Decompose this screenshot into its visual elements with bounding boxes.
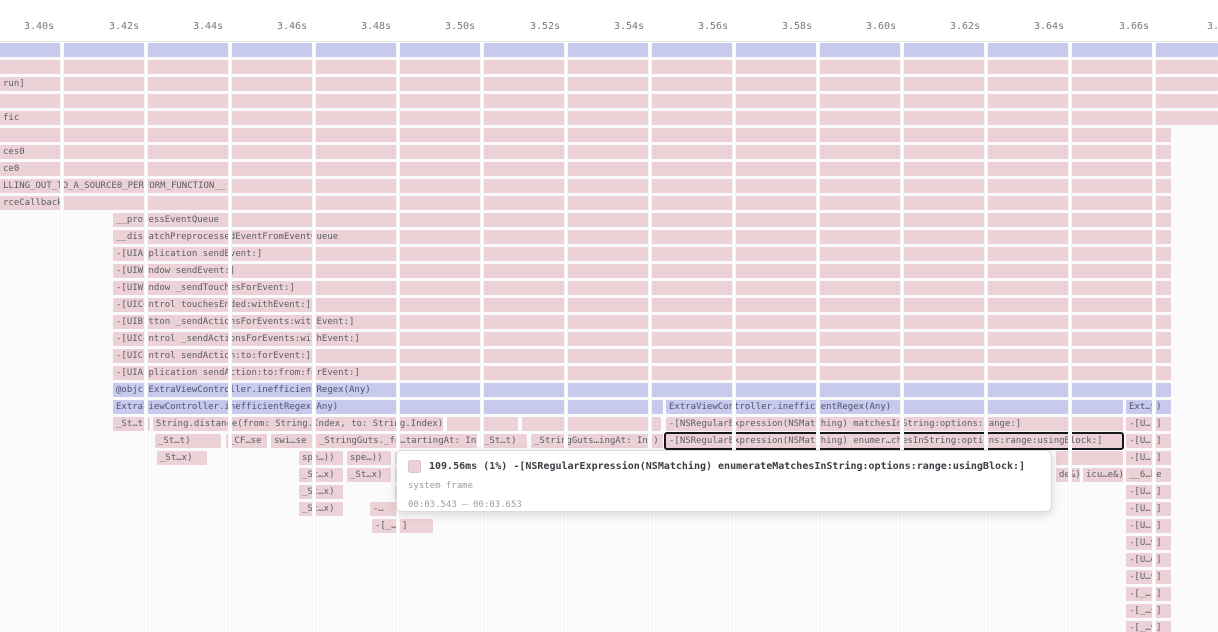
flame-block[interactable]: -[_…s] <box>1126 604 1171 618</box>
ruler-tick-label: 3.48s <box>361 21 391 32</box>
flame-block[interactable]: -[_…:] <box>372 519 433 533</box>
ruler-tick-label: 3.64s <box>1034 21 1064 32</box>
flame-block[interactable]: swi…se <box>271 434 312 448</box>
gridline <box>1152 42 1156 632</box>
flame-block[interactable]: -[UIWindow _sendTouchesForEvent:] <box>113 281 1171 295</box>
flame-block[interactable]: _St…x) <box>347 468 391 482</box>
flame-block[interactable]: _St…x) <box>299 485 343 499</box>
flame-block[interactable]: run] <box>0 77 1218 91</box>
ruler-tick-label: 3.44s <box>193 21 223 32</box>
gridline <box>648 42 652 632</box>
flame-block[interactable]: -[UIControl touchesEnded:withEvent:] <box>113 298 1171 312</box>
tooltip-duration: 109.56ms <box>429 461 477 472</box>
frame-color-swatch <box>408 460 421 473</box>
ruler-tick-label: 3.52s <box>530 21 560 32</box>
flame-block[interactable]: -[U…v] <box>1126 536 1171 550</box>
tooltip-symbol: -[NSRegularExpression(NSMatching) enumer… <box>513 461 1025 472</box>
flame-chart: 3.40s 3.42s 3.44s 3.46s 3.48s 3.50s 3.52s 3.54s… <box>0 0 1218 632</box>
gridline <box>312 42 316 632</box>
flame-block[interactable]: @objc ExtraViewController.inefficientReg… <box>113 383 1171 397</box>
flame-block[interactable] <box>0 94 1218 108</box>
flame-block[interactable]: -[U…:] <box>1126 502 1171 516</box>
tooltip-frame-type: system frame <box>408 475 1040 494</box>
tooltip-time-range: 00:03.543 — 00:03.653 <box>408 494 1040 513</box>
flame-block[interactable]: -… <box>370 502 397 516</box>
tooltip-percent: (1%) <box>483 461 507 472</box>
gridline <box>900 42 904 632</box>
flame-block[interactable]: rceCallback <box>0 196 1171 210</box>
flame-block[interactable]: Ext…y) <box>1126 400 1171 414</box>
flame-block[interactable]: ces0 <box>0 145 1171 159</box>
flame-block[interactable]: -[U…:] <box>1126 417 1171 431</box>
flame-block[interactable]: __dispatchPreprocessedEventFromEventQueu… <box>113 230 1171 244</box>
flame-block[interactable]: -[U…v] <box>1126 570 1171 584</box>
flame-block[interactable]: ExtraViewController.inefficientRegex(Any… <box>113 400 663 414</box>
gridline <box>1068 42 1072 632</box>
flame-block[interactable]: -[U…:] <box>1126 519 1171 533</box>
ruler-tick-label: 3.60s <box>866 21 896 32</box>
flame-block[interactable] <box>0 128 1171 142</box>
flame-block[interactable]: fic <box>0 111 1218 125</box>
ruler-tick-label: 3.50s <box>445 21 475 32</box>
flame-block[interactable]: -[U…:] <box>1126 451 1171 465</box>
flame-block[interactable]: _St…t) <box>155 434 221 448</box>
flame-block[interactable] <box>0 43 1218 57</box>
gridline <box>732 42 736 632</box>
time-ruler[interactable]: 3.40s 3.42s 3.44s 3.46s 3.48s 3.50s 3.52s 3.54s… <box>0 0 1218 42</box>
gridline <box>984 42 988 632</box>
flame-block[interactable]: icu…e&) <box>1083 468 1123 482</box>
flame-block[interactable]: -[U…:] <box>1126 485 1171 499</box>
flame-block[interactable] <box>0 60 1218 74</box>
tooltip-title: 109.56ms (1%) -[NSRegularExpression(NSMa… <box>429 461 1025 472</box>
flame-block[interactable]: spe…)) <box>347 451 391 465</box>
flame-block[interactable]: _St…x) <box>299 502 343 516</box>
gridline <box>228 42 232 632</box>
ruler-tick-label: 3.40s <box>24 21 54 32</box>
flame-block[interactable] <box>522 417 661 431</box>
flame-block[interactable]: -[UIApplication sendAction:to:from:forEv… <box>113 366 1171 380</box>
flame-block[interactable]: -[UIButton _sendActionsForEvents:withEve… <box>113 315 1171 329</box>
flame-block[interactable]: -[UIWindow sendEvent:] <box>113 264 1171 278</box>
flame-rows: run] fic ces0 ce0 LLING_OUT_TO_A_SOURCE0_PER… <box>0 0 1218 632</box>
flame-block[interactable]: __6…ke <box>1126 468 1171 482</box>
flame-block[interactable]: -[UIApplication sendEvent:] <box>113 247 1171 261</box>
gridline <box>144 42 148 632</box>
flame-block[interactable]: -[UIControl sendAction:to:forEvent:] <box>113 349 1171 363</box>
ruler-tick-label: 3.58s <box>782 21 812 32</box>
flame-block[interactable]: -[UIControl _sendActionsForEvents:withEv… <box>113 332 1171 346</box>
ruler-tick-label: 3.54s <box>614 21 644 32</box>
gridline <box>564 42 568 632</box>
flame-block[interactable]: __processEventQueue <box>113 213 1171 227</box>
flame-block[interactable]: spe…)) <box>299 451 343 465</box>
flame-block[interactable]: LLING_OUT_TO_A_SOURCE0_PERFORM_FUNCTION_… <box>0 179 1171 193</box>
flame-block[interactable] <box>1056 451 1123 465</box>
tooltip: 109.56ms (1%) -[NSRegularExpression(NSMa… <box>396 450 1052 512</box>
flame-block[interactable]: _StringGuts…ingAt: Int) <box>531 434 663 448</box>
gridline <box>60 42 64 632</box>
ruler-tick-label: 3.46s <box>277 21 307 32</box>
ruler-tick-label: 3.42s <box>109 21 139 32</box>
flame-block[interactable]: _St…x) <box>157 451 207 465</box>
flame-block[interactable]: _CF…se <box>226 434 267 448</box>
flame-block[interactable]: -[U…d] <box>1126 553 1171 567</box>
flame-block[interactable]: -[_…v] <box>1126 621 1171 632</box>
flame-block[interactable]: -[U…:] <box>1126 434 1171 448</box>
gridline <box>396 42 400 632</box>
flame-block[interactable]: -[_…:] <box>1126 587 1171 601</box>
gridline <box>816 42 820 632</box>
tooltip-header: 109.56ms (1%) -[NSRegularExpression(NSMa… <box>408 458 1040 475</box>
flame-block[interactable]: _St…x) <box>299 468 343 482</box>
ruler-tick-label: 3.56s <box>698 21 728 32</box>
flame-block[interactable]: ce0 <box>0 162 1171 176</box>
ruler-tick-label: 3.62s <box>950 21 980 32</box>
flame-block[interactable]: _St…t) <box>481 434 527 448</box>
ruler-tick-label: 3. <box>1207 21 1218 32</box>
gridline <box>480 42 484 632</box>
ruler-tick-label: 3.66s <box>1119 21 1149 32</box>
